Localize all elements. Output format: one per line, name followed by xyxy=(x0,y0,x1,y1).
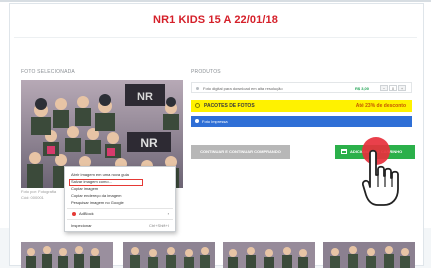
menu-separator xyxy=(67,208,173,209)
menu-separator-2 xyxy=(67,219,173,220)
thumbnail-image xyxy=(223,242,315,268)
thumbnail-image xyxy=(21,242,113,268)
menu-copy-image-address[interactable]: Copiar endereço da imagem xyxy=(71,193,121,199)
package-label: PACOTES DE FOTOS xyxy=(204,103,255,109)
menu-adblock[interactable]: AdBlock xyxy=(79,211,94,217)
stepper-minus-button[interactable]: − xyxy=(380,85,388,91)
stepper-plus-button[interactable]: + xyxy=(398,85,406,91)
menu-inspect-shortcut: Ctrl+Shift+I xyxy=(148,223,169,228)
top-border xyxy=(0,0,431,2)
selected-photo-label: FOTO SELECIONADA xyxy=(21,69,75,75)
photo-packages-row[interactable]: PACOTES DE FOTOS Até 23% de desconto xyxy=(191,100,412,112)
thumbnail-image xyxy=(323,242,415,268)
product-price: R$ 3,00 xyxy=(355,86,370,91)
hand-cursor-icon xyxy=(362,149,399,206)
product-digital-download[interactable]: Foto digital para download em alta resol… xyxy=(191,82,412,93)
radio-icon[interactable] xyxy=(196,87,199,90)
products-label: PRODUTOS xyxy=(191,69,221,75)
photo-caption-line2: Cód: 000001 xyxy=(21,195,44,200)
printed-photo-row[interactable]: Foto Impressa xyxy=(191,116,412,127)
photo-thumbnail-1[interactable] xyxy=(21,242,113,268)
svg-text:NR: NR xyxy=(140,136,158,150)
title-divider xyxy=(14,37,417,38)
package-icon xyxy=(195,103,200,108)
menu-search-image-google[interactable]: Pesquisar imagem no Google xyxy=(71,200,124,206)
menu-copy-image[interactable]: Copiar imagem xyxy=(71,186,98,192)
image-context-menu: Abrir imagem em uma nova guia Salvar ima… xyxy=(64,166,176,232)
menu-save-image-as[interactable]: Salvar imagem como... xyxy=(71,179,112,185)
menu-inspect[interactable]: Inspecionar xyxy=(71,223,92,229)
adblock-icon xyxy=(72,212,76,216)
photo-thumbnail-4[interactable] xyxy=(323,242,415,268)
page-title: NR1 KIDS 15 A 22/01/18 xyxy=(153,14,278,26)
page-root: NR1 KIDS 15 A 22/01/18 FOTO SELECIONADA … xyxy=(0,0,431,268)
package-discount: Até 23% de desconto xyxy=(355,103,406,109)
thumbnail-image xyxy=(123,242,215,268)
photo-caption: Foto por: Fotografia Cód: 000001 xyxy=(21,189,56,201)
photo-thumbnail-2[interactable] xyxy=(123,242,215,268)
continue-shopping-button[interactable]: CONTINUAR E CONTINUAR COMPRANDO xyxy=(191,145,290,159)
printed-photo-label: Foto Impressa xyxy=(202,119,228,124)
svg-text:NR: NR xyxy=(137,91,153,103)
menu-open-image-new-tab[interactable]: Abrir imagem em uma nova guia xyxy=(71,172,129,178)
plus-icon xyxy=(195,119,199,123)
cart-icon xyxy=(341,149,347,154)
photo-thumbnail-3[interactable] xyxy=(223,242,315,268)
quantity-value[interactable]: 0 xyxy=(389,85,397,91)
product-name: Foto digital para download em alta resol… xyxy=(203,86,283,91)
submenu-arrow-icon: › xyxy=(167,211,169,216)
